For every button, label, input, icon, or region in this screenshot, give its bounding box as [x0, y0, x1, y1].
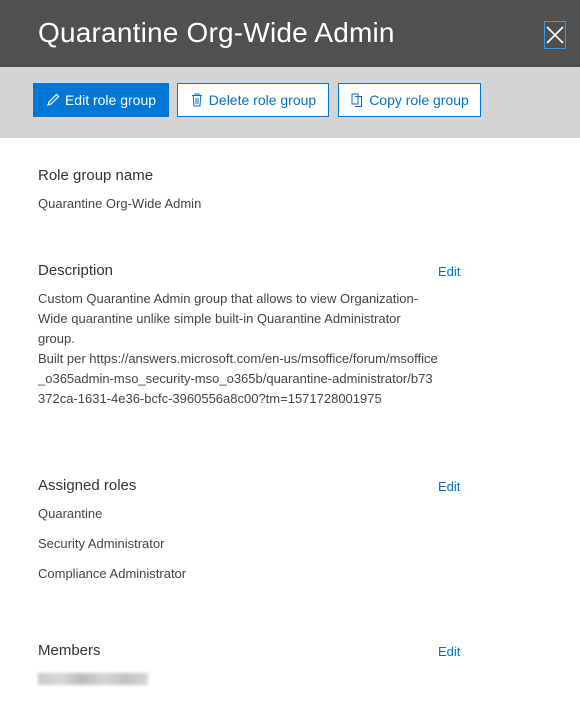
delete-role-group-button[interactable]: Delete role group [177, 83, 329, 117]
role-group-name-value: Quarantine Org-Wide Admin [38, 196, 202, 211]
description-edit-link[interactable]: Edit [438, 264, 460, 279]
panel-title: Quarantine Org-Wide Admin [38, 17, 395, 48]
redacted-member-name [38, 673, 148, 685]
members-heading: Members [38, 642, 101, 659]
toolbar: Edit role group Delete role group Copy r… [0, 67, 580, 138]
delete-role-group-label: Delete role group [208, 92, 317, 108]
pencil-icon [47, 93, 60, 106]
close-button[interactable] [544, 21, 566, 49]
members-edit-link[interactable]: Edit [438, 644, 460, 659]
role-group-name-heading: Role group name [38, 167, 154, 184]
copy-icon [351, 93, 363, 107]
trash-icon [191, 93, 202, 107]
assigned-role-item: Security Administrator [38, 536, 165, 551]
description-text: Custom Quarantine Admin group that allow… [38, 289, 438, 409]
panel-header: Quarantine Org-Wide Admin [0, 0, 580, 67]
description-line: Custom Quarantine Admin group that allow… [38, 291, 419, 346]
copy-role-group-button[interactable]: Copy role group [338, 83, 481, 117]
description-heading: Description [38, 262, 114, 279]
assigned-roles-edit-link[interactable]: Edit [438, 479, 460, 494]
edit-role-group-button[interactable]: Edit role group [33, 83, 169, 117]
description-line: Built per https://answers.microsoft.com/… [38, 351, 438, 406]
assigned-role-item: Quarantine [38, 506, 103, 521]
assigned-roles-heading: Assigned roles [38, 477, 137, 494]
copy-role-group-label: Copy role group [369, 92, 469, 108]
close-icon [546, 26, 564, 44]
edit-role-group-label: Edit role group [64, 92, 157, 108]
assigned-role-item: Compliance Administrator [38, 566, 187, 581]
